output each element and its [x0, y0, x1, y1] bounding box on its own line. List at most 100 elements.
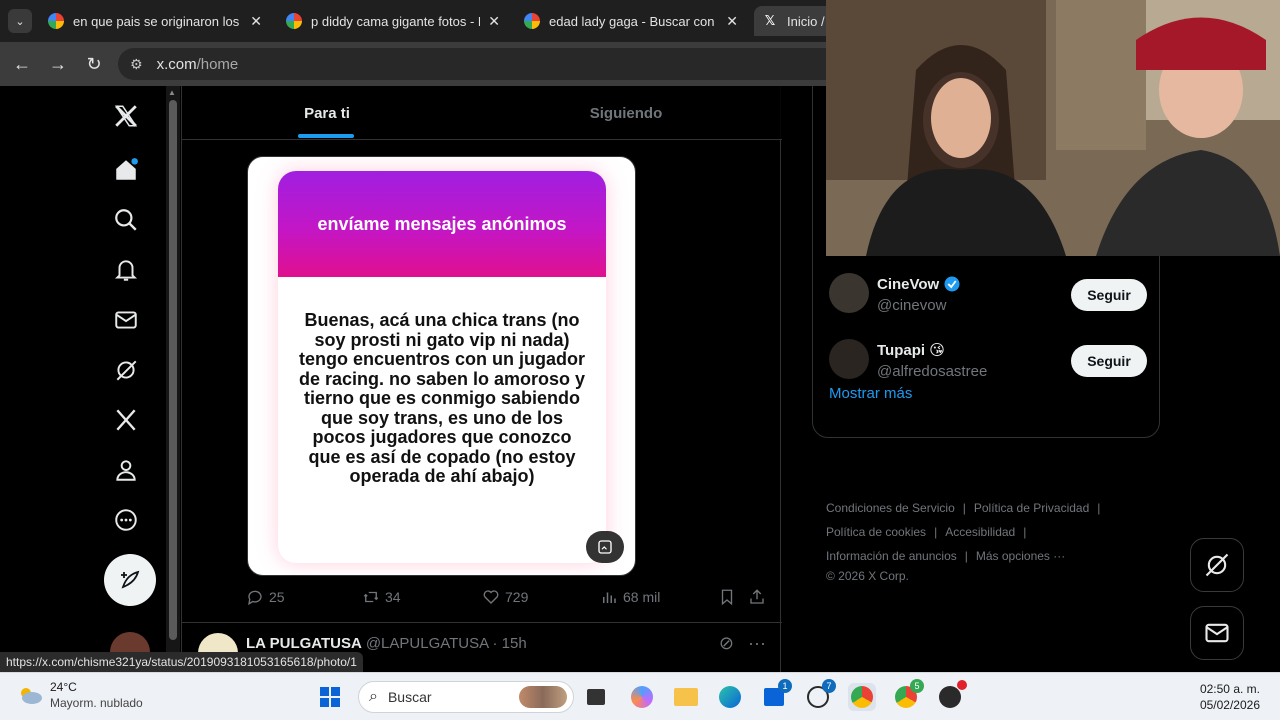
- suggestion-name[interactable]: Tupapi 😘: [877, 341, 945, 359]
- author-name[interactable]: LA PULGATUSA: [246, 635, 362, 652]
- time: 02:50 a. m.: [1199, 682, 1260, 696]
- cloud-sun-icon: [21, 688, 42, 704]
- home-icon[interactable]: [104, 148, 148, 192]
- verified-badge-icon: [944, 276, 960, 292]
- recording-dot-icon: [957, 680, 967, 690]
- profile-icon[interactable]: [104, 448, 148, 492]
- task-view-icon[interactable]: [582, 683, 610, 711]
- microsoft-store-icon[interactable]: 1: [760, 679, 792, 711]
- browser-tab-1[interactable]: en que pais se originaron los th ✕: [40, 6, 270, 36]
- card-header: envíame mensajes anónimos: [278, 171, 606, 277]
- grok-floating-button[interactable]: [1190, 538, 1244, 592]
- taskbar-search-box[interactable]: ⌕ Buscar: [358, 681, 574, 713]
- tab-title: Inicio /: [787, 13, 825, 29]
- image-tools-button[interactable]: [586, 531, 624, 563]
- divider: |: [962, 501, 966, 515]
- copyright: © 2026 X Corp.: [826, 569, 909, 583]
- card-message-text: Buenas, acá una chica trans (no soy pros…: [298, 310, 586, 486]
- scrollbar-thumb[interactable]: [169, 100, 177, 640]
- active-tab-indicator: [298, 134, 354, 138]
- follow-suggestion[interactable]: CineVow @cinevow Seguir: [813, 265, 1161, 330]
- post-media-image[interactable]: envíame mensajes anónimos Buenas, acá un…: [247, 156, 636, 576]
- suggestion-name-text: CineVow: [877, 275, 940, 293]
- follow-button[interactable]: Seguir: [1071, 279, 1147, 311]
- follow-button[interactable]: Seguir: [1071, 345, 1147, 377]
- like-button[interactable]: 729: [482, 588, 528, 606]
- url-host: x.com: [156, 55, 197, 73]
- search-placeholder: Buscar: [387, 689, 432, 705]
- envelope-icon: [1205, 623, 1229, 643]
- footer-link-accessibility[interactable]: Accesibilidad: [945, 525, 1015, 539]
- tab-following[interactable]: Siguiendo: [482, 86, 770, 140]
- messages-envelope-icon[interactable]: [104, 298, 148, 342]
- post-header-actions: ⊘ ···: [719, 633, 766, 654]
- compose-post-button[interactable]: [104, 554, 156, 606]
- forward-arrow-icon[interactable]: →: [46, 52, 70, 76]
- reply-button[interactable]: 25: [246, 588, 285, 606]
- footer-link-terms[interactable]: Condiciones de Servicio: [826, 501, 955, 515]
- footer-link-privacy[interactable]: Política de Privacidad: [974, 501, 1089, 515]
- whatsapp-icon[interactable]: 7: [804, 679, 836, 711]
- notification-badge: 5: [910, 679, 924, 693]
- browser-tab-3[interactable]: edad lady gaga - Buscar con Go ✕: [516, 6, 746, 36]
- browser-tab-2[interactable]: p diddy cama gigante fotos - Bu ✕: [278, 6, 508, 36]
- chrome-profile-icon[interactable]: 5: [892, 679, 924, 711]
- divider: |: [1097, 501, 1101, 515]
- address-bar[interactable]: ⚙ x.com/home: [118, 48, 826, 80]
- heart-icon: [483, 590, 499, 604]
- bookmark-button[interactable]: [718, 588, 741, 606]
- explore-search-icon[interactable]: [104, 198, 148, 242]
- share-button[interactable]: [748, 588, 771, 606]
- notifications-bell-icon[interactable]: [104, 248, 148, 292]
- repost-button[interactable]: 34: [362, 588, 401, 606]
- close-icon[interactable]: ✕: [250, 13, 262, 30]
- windows-start-icon[interactable]: [316, 683, 344, 711]
- grok-icon[interactable]: [104, 348, 148, 392]
- divider: |: [1023, 525, 1027, 539]
- footer-link-more[interactable]: Más opciones ···: [976, 549, 1065, 563]
- avatar[interactable]: [829, 339, 869, 379]
- tab-title: p diddy cama gigante fotos - Bu: [311, 13, 481, 29]
- more-options-icon[interactable]: [104, 498, 148, 542]
- side-navigation: [100, 86, 160, 672]
- obs-studio-icon[interactable]: [936, 680, 967, 711]
- system-clock[interactable]: 02:50 a. m. 05/02/2026: [1200, 681, 1260, 713]
- file-explorer-icon[interactable]: [672, 683, 700, 711]
- site-info-icon[interactable]: ⚙: [130, 56, 143, 73]
- date: 05/02/2026: [1199, 698, 1260, 712]
- notification-badge: 7: [822, 679, 836, 693]
- avatar[interactable]: [829, 273, 869, 313]
- chrome-icon[interactable]: [848, 683, 876, 711]
- weather-widget[interactable]: 24°C Mayorm. nublado: [16, 679, 143, 711]
- tab-for-you[interactable]: Para ti: [182, 86, 472, 140]
- tab-search-chevron-icon[interactable]: ⌄: [8, 9, 32, 33]
- scrollbar[interactable]: ▲: [166, 86, 180, 672]
- messages-floating-button[interactable]: [1190, 606, 1244, 660]
- reply-icon: [248, 590, 262, 606]
- copilot-icon[interactable]: [628, 683, 656, 711]
- show-more-link[interactable]: Mostrar más: [829, 385, 912, 402]
- grok-icon[interactable]: ⊘: [719, 633, 734, 654]
- back-arrow-icon[interactable]: ←: [10, 52, 34, 76]
- reload-icon[interactable]: ↻: [82, 52, 106, 76]
- close-icon[interactable]: ✕: [726, 13, 738, 30]
- x-premium-icon[interactable]: [104, 398, 148, 442]
- post-header: LA PULGATUSA @LAPULGATUSA · 15h: [246, 635, 527, 652]
- views-button[interactable]: 68 mil: [600, 588, 660, 606]
- edge-browser-icon[interactable]: [716, 683, 744, 711]
- browser-tab-bar: ⌄ en que pais se originaron los th ✕ p d…: [0, 0, 834, 42]
- views-chart-icon: [603, 592, 616, 603]
- scroll-up-arrow-icon[interactable]: ▲: [168, 88, 176, 97]
- suggestion-name[interactable]: CineVow: [877, 275, 961, 293]
- reply-count: 25: [269, 589, 285, 605]
- footer-link-cookies[interactable]: Política de cookies: [826, 525, 926, 539]
- close-icon[interactable]: ✕: [488, 13, 500, 30]
- author-handle-time: @LAPULGATUSA · 15h: [365, 635, 527, 652]
- x-logo-icon[interactable]: [104, 94, 148, 138]
- more-dots-icon[interactable]: ···: [748, 633, 766, 654]
- footer-link-ads-info[interactable]: Información de anuncios: [826, 549, 957, 563]
- repost-icon: [363, 591, 379, 603]
- tab-title: en que pais se originaron los th: [73, 13, 243, 29]
- repost-count: 34: [385, 589, 401, 605]
- browser-tab-active[interactable]: 𝕏 Inicio /: [754, 6, 834, 36]
